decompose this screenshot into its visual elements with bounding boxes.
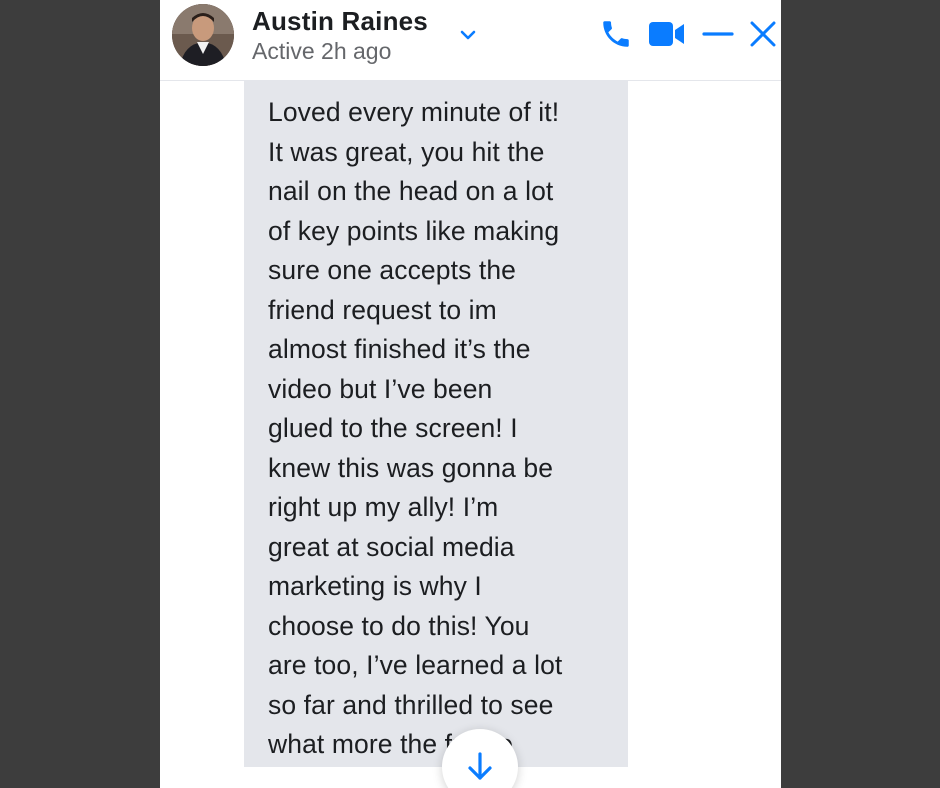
avatar[interactable]	[172, 4, 234, 66]
close-icon	[750, 21, 776, 47]
message-bubble[interactable]: Loved every minute of it! It was great, …	[244, 81, 628, 767]
message-text: Loved every minute of it! It was great, …	[268, 97, 563, 759]
contact-name: Austin Raines	[252, 6, 428, 36]
video-camera-icon	[649, 22, 684, 46]
minimize-button[interactable]	[698, 14, 738, 54]
arrow-down-icon	[468, 752, 492, 780]
phone-icon	[603, 21, 629, 47]
chat-header: Austin Raines Active 2h ago	[160, 0, 781, 81]
minimize-icon	[702, 32, 734, 36]
avatar-image	[172, 4, 234, 66]
contact-status: Active 2h ago	[252, 38, 392, 64]
video-call-button[interactable]	[646, 14, 688, 54]
call-button[interactable]	[596, 14, 636, 54]
close-button[interactable]	[748, 14, 781, 54]
contact-info[interactable]: Austin Raines Active 2h ago	[252, 5, 428, 65]
chat-window: Austin Raines Active 2h ago Loved every …	[160, 0, 781, 788]
chevron-down-icon[interactable]	[457, 24, 479, 46]
message-area[interactable]: Loved every minute of it! It was great, …	[160, 81, 781, 788]
